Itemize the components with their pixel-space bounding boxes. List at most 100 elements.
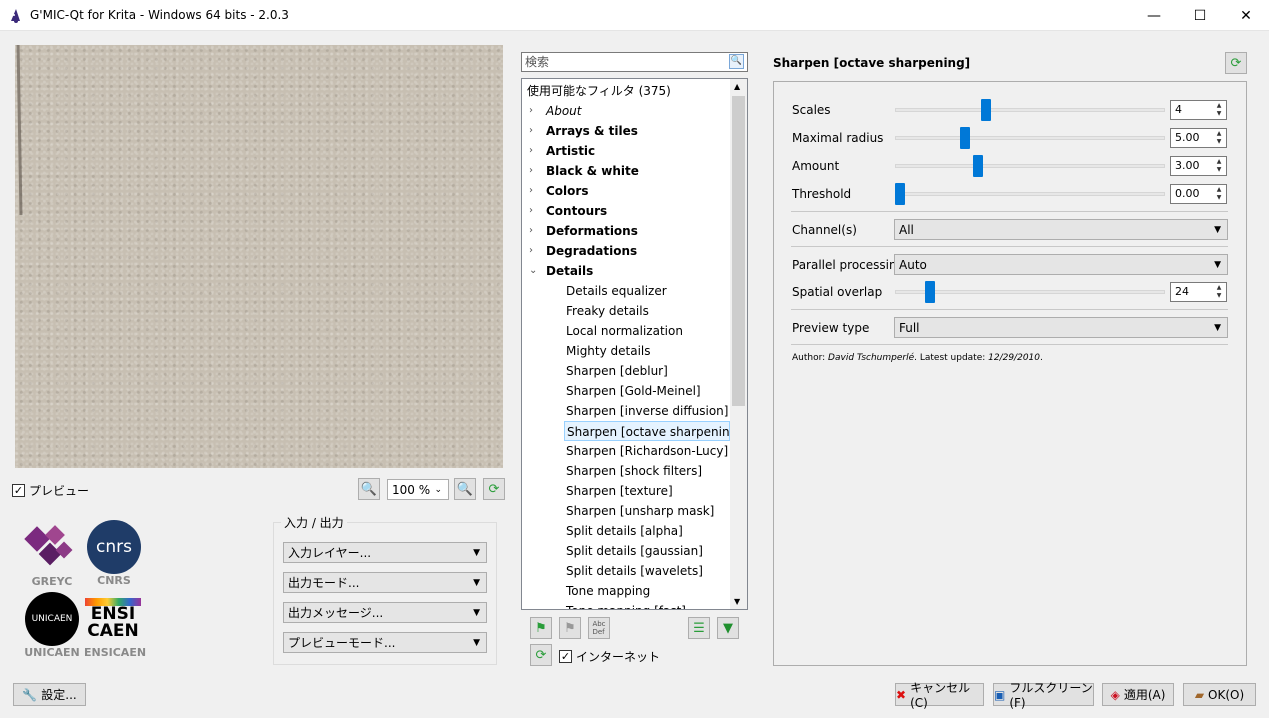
update-suffix: . <box>1040 353 1043 363</box>
filter-item[interactable]: Sharpen [deblur] <box>564 361 730 381</box>
scroll-thumb[interactable] <box>732 96 745 406</box>
expand-all-button[interactable]: ▼ <box>717 617 739 639</box>
filter-category-row[interactable]: › Contours <box>522 201 730 221</box>
preview-image[interactable] <box>15 45 503 468</box>
output-mode-select[interactable]: 出力モード... ▼ <box>283 572 487 593</box>
fullscreen-button[interactable]: ▣ フルスクリーン(F) <box>993 681 1094 710</box>
settings-button-label: 設定... <box>41 688 77 702</box>
filter-category-row[interactable]: › Artistic <box>522 141 730 161</box>
filter-category-row[interactable]: ⌄ Details <box>522 261 730 281</box>
scroll-up-icon[interactable]: ▲ <box>734 82 740 91</box>
filter-category-row[interactable]: › About <box>522 101 730 121</box>
param-slider-track[interactable] <box>895 164 1165 168</box>
chevron-down-icon[interactable]: ⌄ <box>529 261 537 281</box>
param-slider-thumb[interactable] <box>895 183 905 205</box>
chevron-right-icon[interactable]: › <box>529 161 533 181</box>
filter-item[interactable]: Sharpen [texture] <box>564 481 730 501</box>
filter-item[interactable]: Sharpen [Gold-Meinel] <box>564 381 730 401</box>
filter-category-row[interactable]: › Deformations <box>522 221 730 241</box>
spatial-overlap-slider-track[interactable] <box>895 290 1165 294</box>
update-filters-button[interactable]: ⟳ <box>530 644 552 666</box>
chevron-right-icon[interactable]: › <box>529 101 533 121</box>
param-slider-track[interactable] <box>895 108 1165 112</box>
filter-item[interactable]: Local normalization <box>564 321 730 341</box>
input-layers-select[interactable]: 入力レイヤー... ▼ <box>283 542 487 563</box>
spatial-overlap-slider-thumb[interactable] <box>925 281 935 303</box>
preview-toggle[interactable]: ✓ プレビュー <box>12 482 89 499</box>
preview-mode-value: プレビューモード... <box>288 636 396 650</box>
filter-item[interactable]: Mighty details <box>564 341 730 361</box>
filter-item[interactable]: Split details [gaussian] <box>564 541 730 561</box>
param-slider-track[interactable] <box>895 136 1165 140</box>
apply-button[interactable]: ◈ 適用(A) <box>1102 683 1174 706</box>
internet-toggle[interactable]: ✓ インターネット <box>559 648 660 665</box>
filter-item[interactable]: Split details [wavelets] <box>564 561 730 581</box>
param-spinbox[interactable]: 5.00 ▲ ▼ <box>1170 128 1227 148</box>
preview-mode-select[interactable]: プレビューモード... ▼ <box>283 632 487 653</box>
zoom-out-button[interactable]: 🔍 <box>358 478 380 500</box>
param-slider-thumb[interactable] <box>973 155 983 177</box>
internet-checkbox[interactable]: ✓ <box>559 650 572 663</box>
settings-button[interactable]: 🔧 設定... <box>13 683 86 706</box>
param-spinbox[interactable]: 0.00 ▲ ▼ <box>1170 184 1227 204</box>
filter-item[interactable]: Freaky details <box>564 301 730 321</box>
filter-category-row[interactable]: › Arrays & tiles <box>522 121 730 141</box>
param-slider-thumb[interactable] <box>980 99 991 121</box>
spin-arrows-icon[interactable]: ▲ ▼ <box>1213 130 1225 146</box>
zoom-select[interactable]: 100 % ⌄ <box>387 479 449 500</box>
spatial-overlap-spinbox[interactable]: 24 ▲ ▼ <box>1170 282 1227 302</box>
chevron-right-icon[interactable]: › <box>529 181 533 201</box>
chevron-right-icon[interactable]: › <box>529 201 533 221</box>
param-spinbox[interactable]: 4 ▲ ▼ <box>1170 100 1227 120</box>
maximize-button[interactable]: ☐ <box>1177 0 1223 31</box>
chevron-right-icon[interactable]: › <box>529 121 533 141</box>
spin-arrows-icon[interactable]: ▲ ▼ <box>1213 158 1225 174</box>
filter-item[interactable]: Split details [alpha] <box>564 521 730 541</box>
rename-favorite-button[interactable]: Abc Def <box>588 617 610 639</box>
filter-tree-scrollbar[interactable]: ▲ ▼ <box>730 79 747 609</box>
search-icon[interactable]: 🔍 <box>729 54 744 69</box>
add-favorite-button[interactable]: ⚑ <box>530 617 552 639</box>
parallel-processing-label: Parallel processing <box>792 258 905 272</box>
zoom-in-button[interactable]: 🔍 <box>454 478 476 500</box>
spin-arrows-icon[interactable]: ▲ ▼ <box>1213 102 1225 118</box>
minimize-button[interactable]: — <box>1131 0 1177 31</box>
dropdown-arrow-icon: ▼ <box>1214 260 1221 270</box>
spin-arrows-icon[interactable]: ▲ ▼ <box>1213 186 1225 202</box>
chevron-right-icon[interactable]: › <box>529 141 533 161</box>
ok-button[interactable]: ▰ OK(O) <box>1183 683 1256 706</box>
chevron-right-icon[interactable]: › <box>529 221 533 241</box>
scroll-down-icon[interactable]: ▼ <box>734 597 740 606</box>
filter-item[interactable]: Sharpen [octave sharpening] <box>564 421 742 441</box>
remove-favorite-button[interactable]: ⚑ <box>559 617 581 639</box>
param-spinbox[interactable]: 3.00 ▲ ▼ <box>1170 156 1227 176</box>
cancel-button[interactable]: ✖ キャンセル(C) <box>895 681 984 710</box>
parallel-processing-select[interactable]: Auto ▼ <box>894 254 1228 275</box>
preview-type-select[interactable]: Full ▼ <box>894 317 1228 338</box>
param-slider-track[interactable] <box>895 192 1165 196</box>
filter-item[interactable]: Tone mapping [fast] <box>564 601 730 609</box>
spin-arrows-icon[interactable]: ▲ ▼ <box>1213 284 1225 300</box>
filter-item[interactable]: Tone mapping <box>564 581 730 601</box>
filter-category-row[interactable]: › Black & white <box>522 161 730 181</box>
filter-category-row[interactable]: › Colors <box>522 181 730 201</box>
param-value: 0.00 <box>1175 187 1200 200</box>
toggle-visibility-button[interactable]: ☰ <box>688 617 710 639</box>
filter-search-input[interactable]: 検索 🔍 <box>521 52 748 72</box>
filter-category-row[interactable]: › Degradations <box>522 241 730 261</box>
filter-item[interactable]: Sharpen [shock filters] <box>564 461 730 481</box>
preview-checkbox[interactable]: ✓ <box>12 484 25 497</box>
filter-item[interactable]: Sharpen [inverse diffusion] <box>564 401 730 421</box>
filter-tree[interactable]: 使用可能なフィルタ (375) › About › Arrays & tiles › Ar… <box>521 78 748 610</box>
param-slider-thumb[interactable] <box>960 127 970 149</box>
chevron-right-icon[interactable]: › <box>529 241 533 261</box>
close-button[interactable]: ✕ <box>1223 0 1269 31</box>
refresh-preview-button[interactable]: ⟳ <box>483 478 505 500</box>
reset-params-button[interactable]: ⟳ <box>1225 52 1247 74</box>
channels-select[interactable]: All ▼ <box>894 219 1228 240</box>
filter-item[interactable]: Details equalizer <box>564 281 730 301</box>
separator <box>791 344 1228 345</box>
output-messages-select[interactable]: 出力メッセージ... ▼ <box>283 602 487 623</box>
filter-item[interactable]: Sharpen [unsharp mask] <box>564 501 730 521</box>
filter-item[interactable]: Sharpen [Richardson-Lucy] <box>564 441 730 461</box>
